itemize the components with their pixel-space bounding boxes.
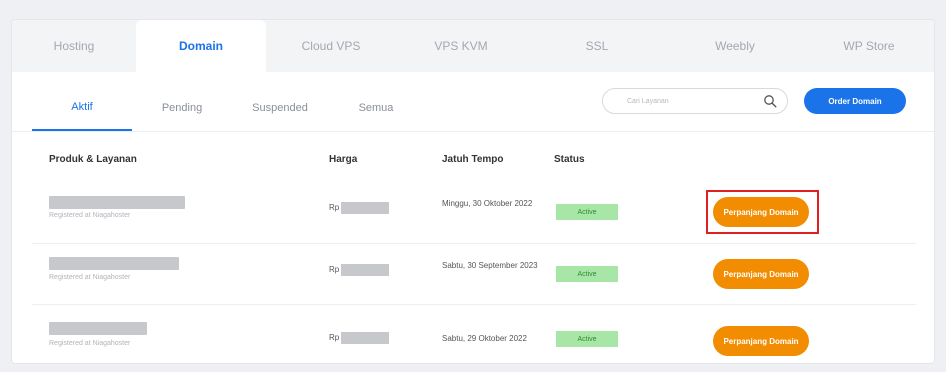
registrar-note: Registered at Niagahoster — [49, 340, 131, 347]
tab-vps-kvm[interactable]: VPS KVM — [396, 20, 526, 72]
domain-panel: Hosting Domain Cloud VPS VPS KVM SSL Wee… — [11, 19, 935, 364]
tab-ssl[interactable]: SSL — [526, 20, 668, 72]
tab-pending[interactable]: Pending — [132, 85, 232, 131]
redacted-domain-name — [49, 196, 185, 209]
order-domain-button[interactable]: Order Domain — [804, 88, 906, 114]
tab-hosting[interactable]: Hosting — [12, 20, 136, 72]
header-status: Status — [554, 154, 585, 165]
renew-domain-button[interactable]: Perpanjang Domain — [713, 326, 809, 356]
renew-domain-button[interactable]: Perpanjang Domain — [713, 259, 809, 289]
product-tabs: Hosting Domain Cloud VPS VPS KVM SSL Wee… — [12, 20, 934, 72]
search-icon[interactable] — [763, 94, 777, 108]
due-date: Sabtu, 29 Oktober 2022 — [442, 334, 527, 343]
tab-aktif[interactable]: Aktif — [32, 85, 132, 131]
redacted-domain-name — [49, 257, 179, 270]
redacted-price — [341, 264, 389, 276]
price-prefix: Rp — [329, 333, 340, 342]
status-badge: Active — [556, 331, 618, 347]
redacted-domain-name — [49, 322, 147, 335]
price-prefix: Rp — [329, 203, 340, 212]
tab-divider — [12, 131, 934, 132]
table-row: Registered at Niagahoster Rp Sabtu, 30 S… — [12, 244, 934, 304]
search-input[interactable]: Cari Layanan — [602, 88, 788, 114]
table-row: Registered at Niagahoster Rp Sabtu, 29 O… — [12, 305, 934, 363]
status-badge: Active — [556, 204, 618, 220]
search-placeholder: Cari Layanan — [627, 97, 669, 105]
header-product: Produk & Layanan — [49, 154, 137, 165]
tab-semua[interactable]: Semua — [328, 85, 424, 131]
price-prefix: Rp — [329, 265, 340, 274]
header-price: Harga — [329, 154, 358, 165]
registrar-note: Registered at Niagahoster — [49, 212, 131, 219]
redacted-price — [341, 332, 389, 344]
status-filter-tabs: Aktif Pending Suspended Semua — [32, 85, 424, 133]
header-due: Jatuh Tempo — [442, 154, 504, 165]
registrar-note: Registered at Niagahoster — [49, 274, 131, 281]
highlight-box — [706, 190, 819, 234]
status-badge: Active — [556, 266, 618, 282]
due-date: Minggu, 30 Oktober 2022 — [442, 199, 533, 208]
tab-wp-store[interactable]: WP Store — [802, 20, 934, 72]
tab-weebly[interactable]: Weebly — [668, 20, 802, 72]
tab-domain[interactable]: Domain — [136, 20, 266, 72]
tab-cloud-vps[interactable]: Cloud VPS — [266, 20, 396, 72]
tab-suspended[interactable]: Suspended — [232, 85, 328, 131]
redacted-price — [341, 202, 389, 214]
due-date: Sabtu, 30 September 2023 — [442, 261, 538, 270]
